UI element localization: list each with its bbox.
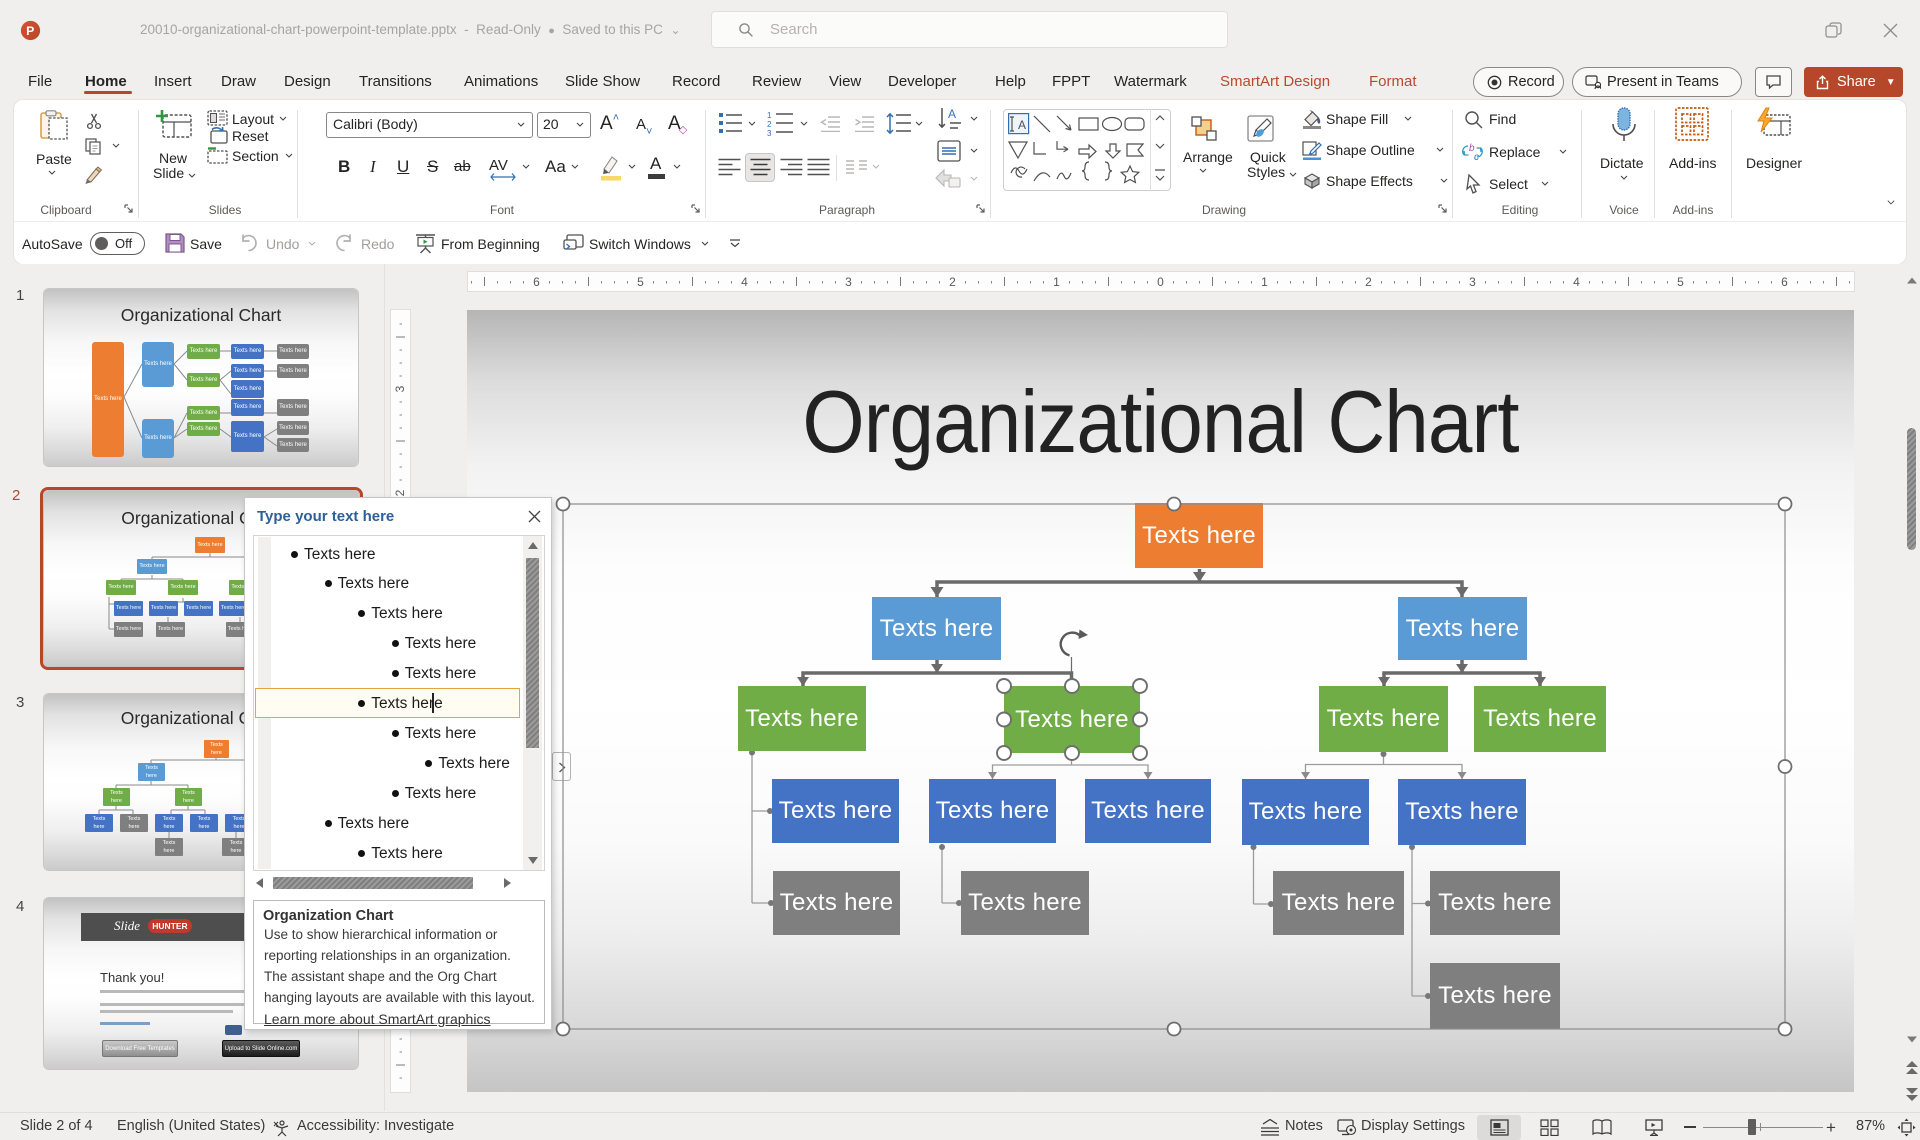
svg-text:1: 1 xyxy=(767,111,772,120)
svg-text:A: A xyxy=(1018,118,1026,132)
svg-text:P: P xyxy=(26,24,34,38)
svg-text:6: 6 xyxy=(1781,275,1788,289)
svg-text:3: 3 xyxy=(845,275,852,289)
svg-text:3: 3 xyxy=(767,129,772,136)
svg-text:6: 6 xyxy=(533,275,540,289)
svg-text:A: A xyxy=(948,107,956,121)
svg-text:1: 1 xyxy=(1261,275,1268,289)
svg-text:2: 2 xyxy=(393,489,407,496)
svg-text:2: 2 xyxy=(1365,275,1372,289)
svg-text:1: 1 xyxy=(1053,275,1060,289)
svg-text:5: 5 xyxy=(1677,275,1684,289)
svg-text:2: 2 xyxy=(767,120,772,129)
svg-text:3: 3 xyxy=(1469,275,1476,289)
svg-text:2: 2 xyxy=(949,275,956,289)
svg-text:0: 0 xyxy=(1157,275,1164,289)
svg-text:5: 5 xyxy=(637,275,644,289)
svg-text:4: 4 xyxy=(741,275,748,289)
svg-text:3: 3 xyxy=(393,385,407,392)
svg-text:4: 4 xyxy=(1573,275,1580,289)
